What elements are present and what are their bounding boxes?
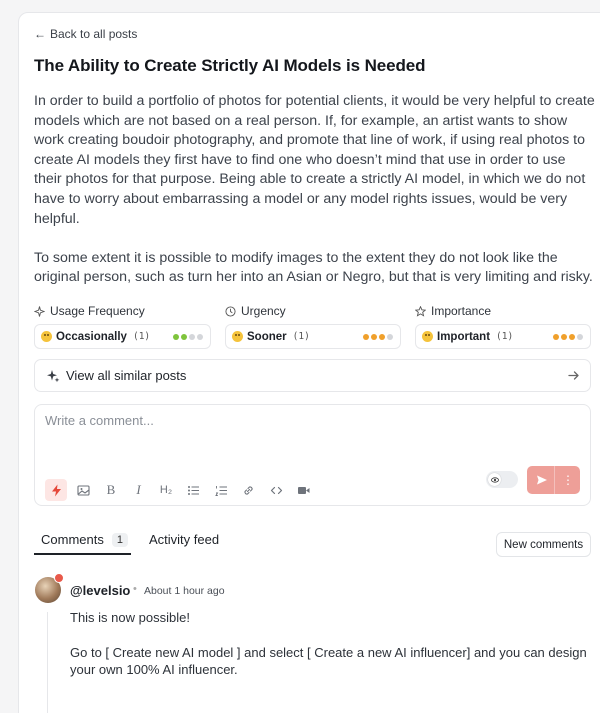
urgency-selector[interactable]: Sooner (1) bbox=[225, 324, 401, 349]
video-icon bbox=[298, 486, 310, 494]
bold-icon: B bbox=[106, 482, 116, 497]
heading-tool[interactable]: H₂ bbox=[155, 479, 177, 501]
link-tool[interactable] bbox=[238, 479, 260, 501]
send-comment-button[interactable]: ⋮ bbox=[527, 466, 580, 494]
arrow-left-icon: ← bbox=[34, 27, 46, 41]
comments-count-badge: 1 bbox=[111, 532, 128, 547]
verified-badge-icon bbox=[54, 573, 64, 583]
formatting-toolbar: B I H₂ bbox=[45, 479, 320, 501]
lightning-icon bbox=[51, 484, 61, 496]
thread-line bbox=[47, 612, 48, 713]
level-dots bbox=[553, 334, 583, 340]
similar-posts-label: View all similar posts bbox=[66, 368, 187, 383]
sparkle-icon bbox=[34, 305, 45, 317]
bold-tool[interactable]: B bbox=[100, 479, 122, 501]
heading-icon: H₂ bbox=[159, 484, 173, 496]
send-icon bbox=[537, 475, 547, 485]
code-icon bbox=[270, 486, 282, 494]
emoji-icon bbox=[422, 331, 433, 342]
bolt-tool[interactable] bbox=[45, 479, 67, 501]
metric-count: (1) bbox=[292, 331, 310, 342]
comment-composer: B I H₂ ⋮ bbox=[34, 404, 591, 506]
back-link-label: Back to all posts bbox=[50, 27, 138, 41]
tab-comments[interactable]: Comments 1 bbox=[41, 532, 128, 547]
meta-separator: • bbox=[133, 583, 137, 595]
bullet-list-icon bbox=[188, 485, 199, 495]
metric-value: Important bbox=[437, 330, 491, 343]
post-title: The Ability to Create Strictly AI Models… bbox=[34, 56, 426, 75]
emoji-icon bbox=[232, 331, 243, 342]
usage-frequency-selector[interactable]: Occasionally (1) bbox=[34, 324, 211, 349]
comment-paragraph: This is now possible! bbox=[70, 610, 190, 625]
level-dot bbox=[569, 334, 575, 340]
emoji-icon bbox=[41, 331, 52, 342]
comment-timestamp: About 1 hour ago bbox=[144, 585, 225, 597]
post-body: In order to build a portfolio of photos … bbox=[34, 92, 596, 288]
tab-activity-label: Activity feed bbox=[149, 532, 220, 547]
level-dot bbox=[197, 334, 203, 340]
level-dots bbox=[173, 334, 203, 340]
sparkles-icon bbox=[47, 369, 60, 382]
level-dot bbox=[379, 334, 385, 340]
back-to-posts-link[interactable]: ← Back to all posts bbox=[34, 27, 137, 41]
metric-value: Occasionally bbox=[56, 330, 127, 343]
arrow-right-icon bbox=[568, 371, 579, 380]
bullet-list-tool[interactable] bbox=[183, 479, 205, 501]
metric-count: (1) bbox=[496, 331, 514, 342]
new-comments-button[interactable]: New comments bbox=[496, 532, 591, 557]
comment-body: This is now possible! Go to [ Create new… bbox=[70, 609, 590, 679]
view-similar-posts-button[interactable]: View all similar posts bbox=[34, 359, 591, 392]
comment-paragraph: Go to [ Create new AI model ] and select… bbox=[70, 644, 587, 678]
level-dot bbox=[173, 334, 179, 340]
comment-author[interactable]: @levelsio bbox=[70, 583, 130, 598]
tab-activity-feed[interactable]: Activity feed bbox=[149, 532, 219, 547]
code-tool[interactable] bbox=[265, 479, 287, 501]
italic-tool[interactable]: I bbox=[128, 479, 150, 501]
private-toggle[interactable] bbox=[486, 471, 518, 488]
level-dot bbox=[189, 334, 195, 340]
level-dot bbox=[371, 334, 377, 340]
level-dots bbox=[363, 334, 393, 340]
level-dot bbox=[363, 334, 369, 340]
level-dot bbox=[181, 334, 187, 340]
star-icon bbox=[415, 305, 426, 317]
image-icon bbox=[77, 484, 90, 496]
level-dot bbox=[577, 334, 583, 340]
numbered-list-icon bbox=[214, 485, 227, 496]
importance-selector[interactable]: Important (1) bbox=[415, 324, 591, 349]
eye-icon bbox=[490, 476, 499, 483]
comment-input[interactable] bbox=[35, 405, 590, 461]
clock-icon bbox=[225, 305, 236, 317]
post-paragraph: In order to build a portfolio of photos … bbox=[34, 93, 595, 227]
level-dot bbox=[387, 334, 393, 340]
send-divider bbox=[554, 466, 555, 494]
level-dot bbox=[561, 334, 567, 340]
active-tab-indicator bbox=[34, 553, 131, 555]
level-dot bbox=[553, 334, 559, 340]
numbered-list-tool[interactable] bbox=[210, 479, 232, 501]
italic-icon: I bbox=[136, 482, 141, 497]
toggle-knob bbox=[488, 473, 501, 486]
metric-value: Sooner bbox=[247, 330, 287, 343]
importance-label: Importance bbox=[415, 304, 491, 318]
usage-frequency-label: Usage Frequency bbox=[34, 304, 145, 318]
video-tool[interactable] bbox=[293, 479, 315, 501]
post-paragraph: To some extent it is possible to modify … bbox=[34, 249, 593, 286]
tab-comments-label: Comments bbox=[41, 532, 104, 547]
metric-count: (1) bbox=[132, 331, 151, 342]
more-options-icon[interactable]: ⋮ bbox=[556, 466, 580, 494]
link-icon bbox=[244, 485, 253, 495]
urgency-label: Urgency bbox=[225, 304, 286, 318]
image-tool[interactable] bbox=[73, 479, 95, 501]
